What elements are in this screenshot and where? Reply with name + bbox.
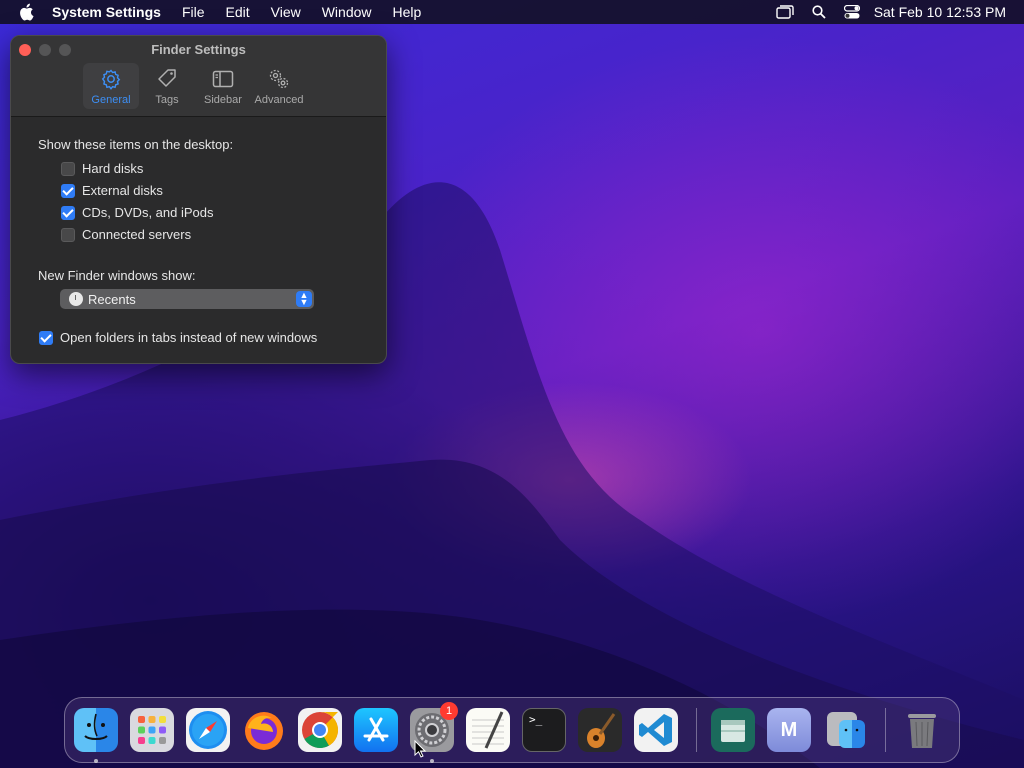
- settings-toolbar: General Tags Sidebar Advanced: [83, 63, 307, 109]
- dock-terminal[interactable]: >_: [522, 708, 566, 752]
- tab-advanced-label: Advanced: [254, 94, 304, 106]
- dock: 1 >_ M: [64, 697, 960, 763]
- screen-mirroring-icon[interactable]: [775, 5, 794, 19]
- desktop-items-heading: Show these items on the desktop:: [38, 137, 234, 152]
- dock-app-store[interactable]: [354, 708, 398, 752]
- menu-bar-extras: Sat Feb 10 12:53 PM: [758, 0, 1006, 24]
- recents-clock-icon: [69, 292, 83, 306]
- dock-chrome[interactable]: [298, 708, 342, 752]
- gear-icon: [101, 69, 121, 90]
- textedit-icon: [472, 711, 504, 749]
- dock-launchpad[interactable]: [130, 708, 174, 752]
- dock-safari[interactable]: [186, 708, 230, 752]
- apple-logo-icon[interactable]: [18, 3, 34, 21]
- gears-icon: [269, 69, 289, 89]
- tab-sidebar[interactable]: Sidebar: [195, 63, 251, 109]
- firefox-icon: [245, 712, 283, 750]
- new-window-heading: New Finder windows show:: [38, 268, 196, 283]
- tab-tags[interactable]: Tags: [139, 63, 195, 109]
- dock-textedit[interactable]: [466, 708, 510, 752]
- checkbox-label: External disks: [82, 183, 163, 198]
- garageband-icon: [578, 708, 622, 752]
- dock-separator: [885, 708, 886, 752]
- menu-edit[interactable]: Edit: [226, 4, 250, 20]
- archive-icon: [721, 720, 745, 742]
- checkbox-label: Hard disks: [82, 161, 144, 176]
- dock-separator: [696, 708, 697, 752]
- mouse-pointer-icon: [414, 740, 426, 758]
- safari-icon: [189, 711, 227, 749]
- finder-settings-window: Finder Settings General Tags Sidebar Adv…: [10, 35, 387, 364]
- checkbox-row-external-disks[interactable]: External disks: [61, 183, 163, 198]
- running-indicator: [430, 759, 434, 763]
- trash-icon: [908, 714, 936, 748]
- menu-bar-clock[interactable]: Sat Feb 10 12:53 PM: [874, 4, 1006, 20]
- checkbox-label: Open folders in tabs instead of new wind…: [60, 330, 318, 345]
- dock-finder-settings[interactable]: [823, 708, 867, 752]
- dock-finder[interactable]: [74, 708, 118, 763]
- new-window-popup[interactable]: Recents ▲ ▼: [60, 289, 314, 309]
- finder-folder-icon: [827, 712, 865, 748]
- menu-app-name[interactable]: System Settings: [52, 4, 161, 20]
- chrome-icon: [302, 712, 339, 749]
- checkbox-connected-servers[interactable]: [61, 227, 75, 242]
- window-titlebar[interactable]: Finder Settings General Tags Sidebar Adv…: [11, 36, 386, 117]
- launchpad-icon: [138, 716, 166, 744]
- checkbox-external-disks[interactable]: [61, 183, 75, 198]
- tab-tags-label: Tags: [155, 94, 179, 106]
- dock-vscode[interactable]: [634, 708, 678, 752]
- finder-icon: [84, 713, 108, 740]
- vscode-icon: [639, 714, 672, 746]
- running-indicator: [94, 759, 98, 763]
- chevron-updown-icon: ▲ ▼: [296, 291, 312, 307]
- checkbox-label: Connected servers: [82, 227, 192, 242]
- window-title: Finder Settings: [151, 42, 246, 57]
- control-center-icon[interactable]: [843, 5, 860, 19]
- tag-icon: [158, 69, 176, 87]
- checkbox-row-hard-disks[interactable]: Hard disks: [61, 161, 143, 176]
- tab-general[interactable]: General: [83, 63, 139, 109]
- dock-archive[interactable]: [711, 708, 755, 752]
- app-store-icon: [363, 717, 389, 742]
- notification-badge: 1: [440, 702, 458, 720]
- menu-file[interactable]: File: [182, 4, 205, 20]
- sidebar-icon: [212, 70, 234, 88]
- tab-advanced[interactable]: Advanced: [251, 63, 307, 109]
- m-app-icon: M: [780, 718, 798, 741]
- dock-trash[interactable]: [900, 708, 944, 752]
- menu-view[interactable]: View: [271, 4, 301, 20]
- menu-window[interactable]: Window: [322, 4, 372, 20]
- dock-m-app[interactable]: M: [767, 708, 811, 752]
- dock-firefox[interactable]: [242, 708, 286, 752]
- checkbox-hard-disks[interactable]: [61, 161, 75, 176]
- checkbox-row-open-in-tabs[interactable]: Open folders in tabs instead of new wind…: [39, 330, 317, 345]
- tab-sidebar-label: Sidebar: [204, 94, 242, 106]
- checkbox-open-in-tabs[interactable]: [39, 330, 53, 345]
- checkbox-row-connected-servers[interactable]: Connected servers: [61, 227, 191, 242]
- terminal-icon: >_: [529, 713, 543, 726]
- spotlight-search-icon[interactable]: [812, 5, 826, 19]
- new-window-value: Recents: [88, 291, 136, 307]
- tab-general-label: General: [91, 94, 131, 106]
- checkbox-row-cds-dvds-ipods[interactable]: CDs, DVDs, and iPods: [61, 205, 214, 220]
- menu-help[interactable]: Help: [393, 4, 422, 20]
- menu-bar: System Settings File Edit View Window He…: [0, 0, 1024, 24]
- checkbox-label: CDs, DVDs, and iPods: [82, 205, 214, 220]
- checkbox-cds-dvds-ipods[interactable]: [61, 205, 75, 220]
- dock-garageband[interactable]: [578, 708, 622, 752]
